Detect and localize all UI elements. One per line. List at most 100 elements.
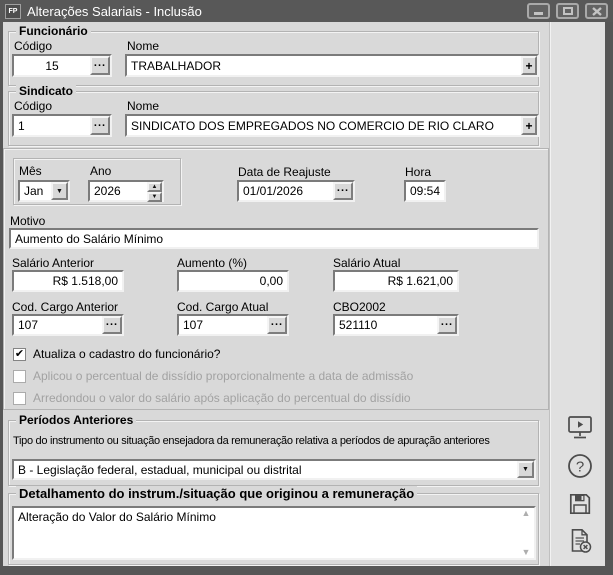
scroll-up-icon: ▲ xyxy=(522,509,531,518)
checkbox-arredondou-label: Arredondou o valor do salário após aplic… xyxy=(33,391,411,405)
spin-up-button[interactable]: ▲ xyxy=(147,182,162,192)
tipo-instrumento-select[interactable]: B - Legislação federal, estadual, munici… xyxy=(12,459,536,480)
funcionario-codigo-value: 15 xyxy=(14,59,90,73)
detalhamento-group-label: Detalhamento do instrum./situação que or… xyxy=(16,486,417,501)
presentation-button[interactable] xyxy=(563,412,597,444)
sindicato-add-button[interactable]: + xyxy=(521,116,537,135)
funcionario-codigo-label: Código xyxy=(14,39,52,53)
dialog-window: FP Alterações Salariais - Inclusão Funci… xyxy=(0,0,613,575)
help-button[interactable]: ? xyxy=(563,450,597,482)
cargo-atual-label: Cod. Cargo Atual xyxy=(177,300,268,314)
plus-icon: + xyxy=(525,119,532,133)
checkbox-box xyxy=(13,392,26,405)
app-icon: FP xyxy=(5,4,21,19)
sindicato-codigo-label: Código xyxy=(14,99,52,113)
salario-atual-field[interactable]: R$ 1.621,00 xyxy=(333,270,459,292)
ellipsis-icon: ... xyxy=(337,182,349,194)
mes-select[interactable]: Jan ▼ xyxy=(18,180,70,202)
monitor-play-icon xyxy=(565,415,595,441)
spin-down-icon: ▼ xyxy=(152,194,158,200)
sindicato-nome-field[interactable]: SINDICATO DOS EMPREGADOS NO COMERCIO DE … xyxy=(125,114,539,137)
cargo-atual-value: 107 xyxy=(179,318,267,332)
textarea-scrollbar[interactable]: ▲ ▼ xyxy=(518,508,534,558)
tipo-instrumento-label: Tipo do instrumento ou situação ensejado… xyxy=(13,435,490,447)
cargo-atual-lookup-button[interactable]: ... xyxy=(267,316,287,334)
checkbox-aplicou-dissidio: Aplicou o percentual de dissídio proporc… xyxy=(13,369,413,383)
motivo-field[interactable]: Aumento do Salário Mínimo xyxy=(9,228,539,249)
hora-field[interactable]: 09:54 xyxy=(404,180,446,202)
close-icon xyxy=(592,7,602,16)
sindicato-codigo-lookup-button[interactable]: ... xyxy=(90,116,110,135)
ellipsis-icon: ... xyxy=(106,316,118,328)
mes-label: Mês xyxy=(19,164,42,178)
cbo-field[interactable]: 521110 ... xyxy=(333,314,459,336)
data-reajuste-label: Data de Reajuste xyxy=(238,165,331,179)
mes-value: Jan xyxy=(20,184,51,198)
form-area: Funcionário Código Nome 15 ... TRABALHAD… xyxy=(3,22,605,566)
sindicato-nome-value: SINDICATO DOS EMPREGADOS NO COMERCIO DE … xyxy=(127,119,521,133)
data-reajuste-lookup-button[interactable]: ... xyxy=(333,182,353,200)
funcionario-nome-label: Nome xyxy=(127,39,159,53)
motivo-value: Aumento do Salário Mínimo xyxy=(11,232,537,246)
funcionario-group-label: Funcionário xyxy=(16,24,91,38)
window-title: Alterações Salariais - Inclusão xyxy=(27,4,202,19)
spin-down-button[interactable]: ▼ xyxy=(147,192,162,202)
sindicato-nome-label: Nome xyxy=(127,99,159,113)
chevron-down-icon: ▼ xyxy=(522,466,529,473)
funcionario-nome-value: TRABALHADOR xyxy=(127,59,521,73)
salario-anterior-field[interactable]: R$ 1.518,00 xyxy=(12,270,124,292)
ano-spin-buttons: ▲ ▼ xyxy=(147,182,162,200)
funcionario-codigo-field[interactable]: 15 ... xyxy=(12,54,112,77)
checkbox-atualiza-cadastro[interactable]: ✔ Atualiza o cadastro do funcionário? xyxy=(13,347,220,361)
minimize-button[interactable] xyxy=(527,3,550,19)
mes-dropdown-button[interactable]: ▼ xyxy=(51,182,68,200)
hora-label: Hora xyxy=(405,165,431,179)
cargo-atual-field[interactable]: 107 ... xyxy=(177,314,289,336)
ellipsis-icon: ... xyxy=(94,117,106,129)
cbo-label: CBO2002 xyxy=(333,300,386,314)
cancel-button[interactable] xyxy=(563,525,597,557)
data-reajuste-field[interactable]: 01/01/2026 ... xyxy=(237,180,355,202)
tipo-instrumento-value: B - Legislação federal, estadual, munici… xyxy=(14,463,517,477)
floppy-disk-icon xyxy=(566,490,594,518)
question-circle-icon: ? xyxy=(566,452,594,480)
cbo-lookup-button[interactable]: ... xyxy=(437,316,457,334)
close-button[interactable] xyxy=(585,3,608,19)
sindicato-group-label: Sindicato xyxy=(16,84,76,98)
funcionario-codigo-lookup-button[interactable]: ... xyxy=(90,56,110,75)
tipo-instrumento-dropdown-button[interactable]: ▼ xyxy=(517,461,534,478)
funcionario-add-button[interactable]: + xyxy=(521,56,537,75)
aumento-field[interactable]: 0,00 xyxy=(177,270,289,292)
cargo-anterior-field[interactable]: 107 ... xyxy=(12,314,124,336)
cargo-anterior-value: 107 xyxy=(14,318,102,332)
detalhamento-textarea[interactable]: Alteração do Valor do Salário Mínimo ▲ ▼ xyxy=(12,506,536,560)
document-cancel-icon xyxy=(566,527,594,555)
checkbox-aplicou-label: Aplicou o percentual de dissídio proporc… xyxy=(33,369,413,383)
save-button[interactable] xyxy=(563,488,597,520)
titlebar: FP Alterações Salariais - Inclusão xyxy=(0,0,613,22)
ano-spinner[interactable]: 2026 ▲ ▼ xyxy=(88,180,164,202)
spin-up-icon: ▲ xyxy=(152,184,158,190)
hora-value: 09:54 xyxy=(406,184,444,198)
cargo-anterior-lookup-button[interactable]: ... xyxy=(102,316,122,334)
maximize-button[interactable] xyxy=(556,3,579,19)
checkbox-atualiza-label: Atualiza o cadastro do funcionário? xyxy=(33,347,220,361)
sindicato-codigo-value: 1 xyxy=(14,119,90,133)
checkbox-arredondou-salario: Arredondou o valor do salário após aplic… xyxy=(13,391,411,405)
sindicato-codigo-field[interactable]: 1 ... xyxy=(12,114,112,137)
scroll-down-icon: ▼ xyxy=(522,548,531,557)
cbo-value: 521110 xyxy=(335,318,437,332)
ellipsis-icon: ... xyxy=(271,316,283,328)
salario-anterior-value: R$ 1.518,00 xyxy=(14,274,122,288)
plus-icon: + xyxy=(525,59,532,73)
ellipsis-icon: ... xyxy=(441,316,453,328)
checkbox-box xyxy=(13,370,26,383)
aumento-value: 0,00 xyxy=(179,274,287,288)
aumento-label: Aumento (%) xyxy=(177,256,247,270)
salario-atual-value: R$ 1.621,00 xyxy=(335,274,457,288)
ano-value: 2026 xyxy=(90,184,147,198)
data-reajuste-value: 01/01/2026 xyxy=(239,184,333,198)
funcionario-nome-field[interactable]: TRABALHADOR + xyxy=(125,54,539,77)
svg-text:?: ? xyxy=(576,459,584,476)
ellipsis-icon: ... xyxy=(94,57,106,69)
